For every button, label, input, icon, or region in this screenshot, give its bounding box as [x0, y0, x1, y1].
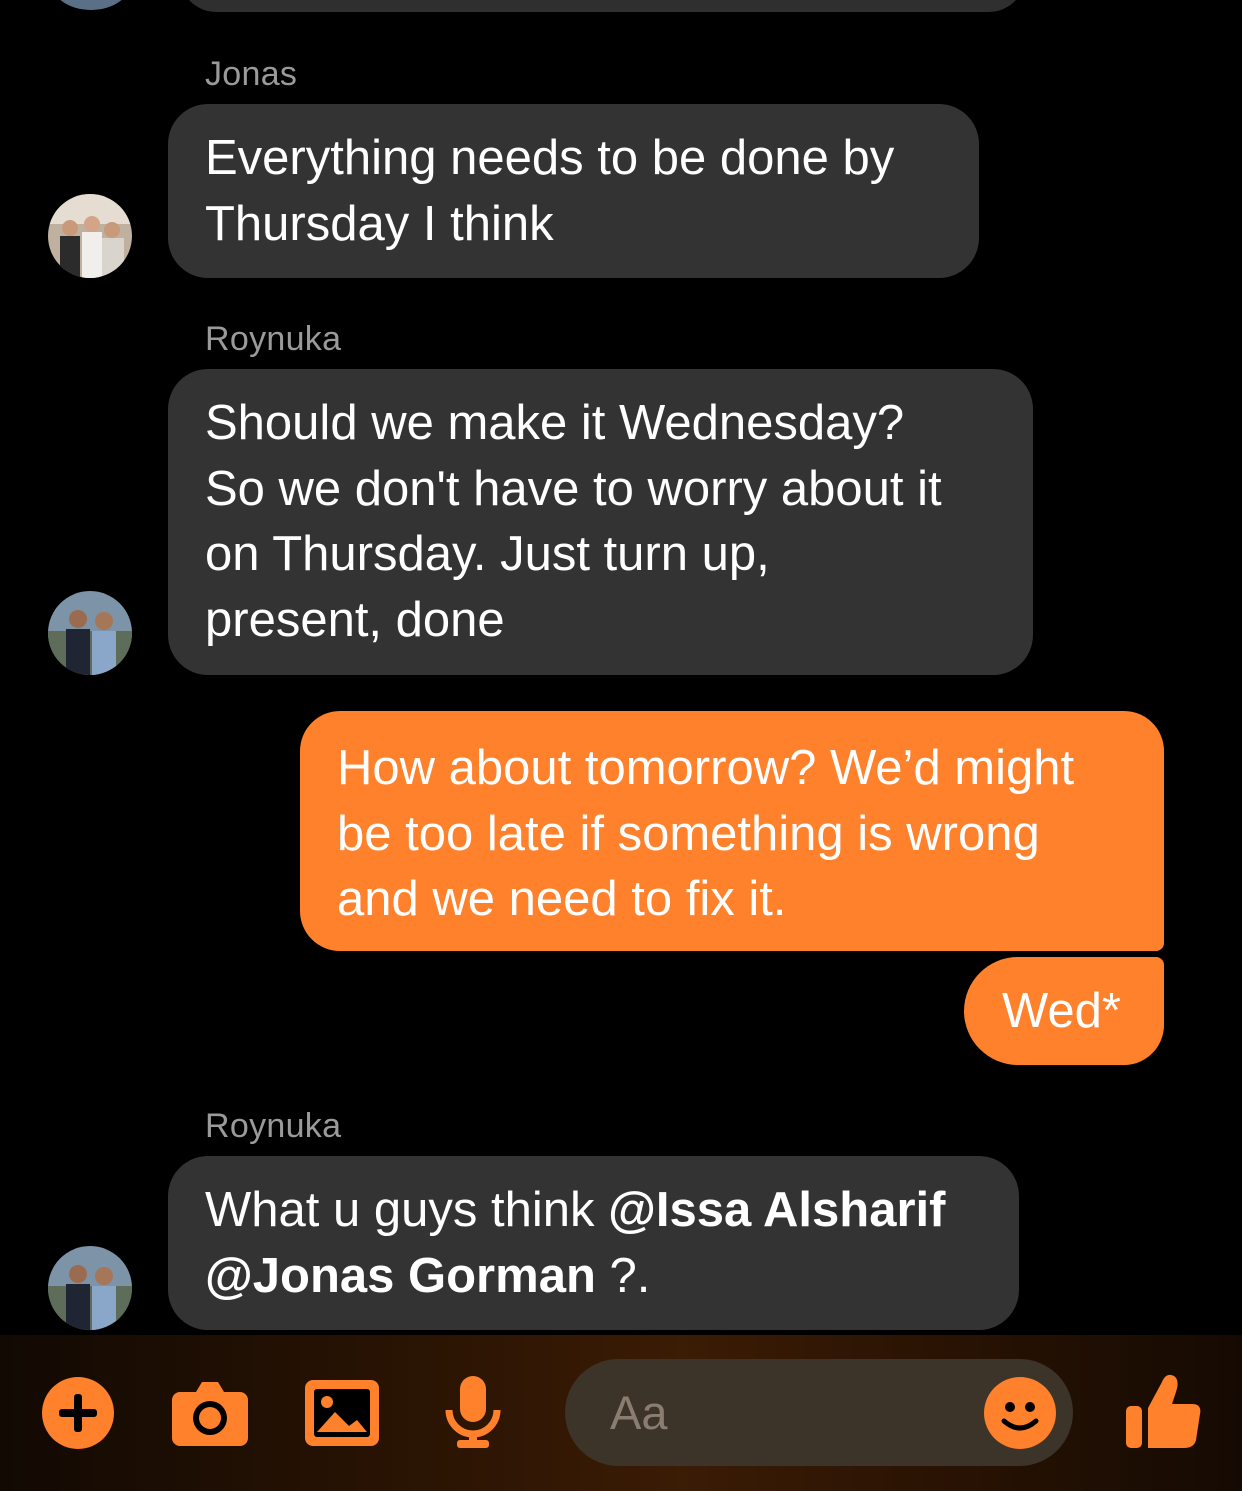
message-bubble-partial[interactable]: [180, 0, 1025, 12]
message-input-placeholder: Aa: [610, 1386, 668, 1439]
message-line: Should we make it Wednesday?: [205, 396, 905, 450]
message-line: How about tomorrow? We’d might: [337, 741, 1075, 795]
message-text: ?.: [595, 1248, 651, 1303]
message-line: @Jonas Gorman ?.: [205, 1244, 982, 1310]
emoji-icon[interactable]: [984, 1377, 1056, 1454]
own-message-bubble[interactable]: Wed*: [964, 957, 1164, 1065]
message-bubble[interactable]: Everything needs to be done by Thursday …: [168, 104, 979, 278]
thumbs-up-icon[interactable]: [1126, 1372, 1202, 1455]
avatar-roynuka[interactable]: [48, 591, 132, 675]
message-line: Wed*: [1002, 984, 1121, 1038]
message-text: What u guys think: [205, 1183, 609, 1237]
camera-icon[interactable]: [172, 1380, 248, 1451]
mention[interactable]: @Issa Alsharif: [608, 1183, 945, 1237]
message-line: So we don't have to worry about it: [205, 461, 942, 516]
message-bubble[interactable]: What u guys think @Issa Alsharif @Jonas …: [168, 1156, 1019, 1330]
message-line: What u guys think @Issa Alsharif: [205, 1178, 982, 1244]
avatar[interactable]: [50, 0, 132, 10]
sender-name: Jonas: [205, 55, 298, 93]
message-bubble[interactable]: Should we make it Wednesday? So we don't…: [168, 369, 1033, 675]
message-line: Everything needs to be done by: [205, 131, 895, 185]
message-line: on Thursday. Just turn up,: [205, 527, 770, 581]
gallery-icon[interactable]: [305, 1380, 379, 1451]
avatar-roynuka[interactable]: [48, 1246, 132, 1330]
message-line: and we need to fix it.: [337, 872, 787, 926]
sender-name: Roynuka: [205, 1107, 342, 1145]
message-line: be too late if something is wrong: [337, 806, 1040, 861]
microphone-icon[interactable]: [443, 1376, 503, 1455]
sender-name: Roynuka: [205, 320, 342, 358]
mention[interactable]: @Jonas Gorman: [205, 1249, 596, 1303]
own-message-bubble[interactable]: How about tomorrow? We’d might be too la…: [300, 711, 1164, 951]
avatar-jonas[interactable]: [48, 194, 132, 278]
message-line: present, done: [205, 592, 505, 647]
plus-icon[interactable]: [42, 1377, 114, 1454]
message-line: Thursday I think: [205, 196, 554, 251]
